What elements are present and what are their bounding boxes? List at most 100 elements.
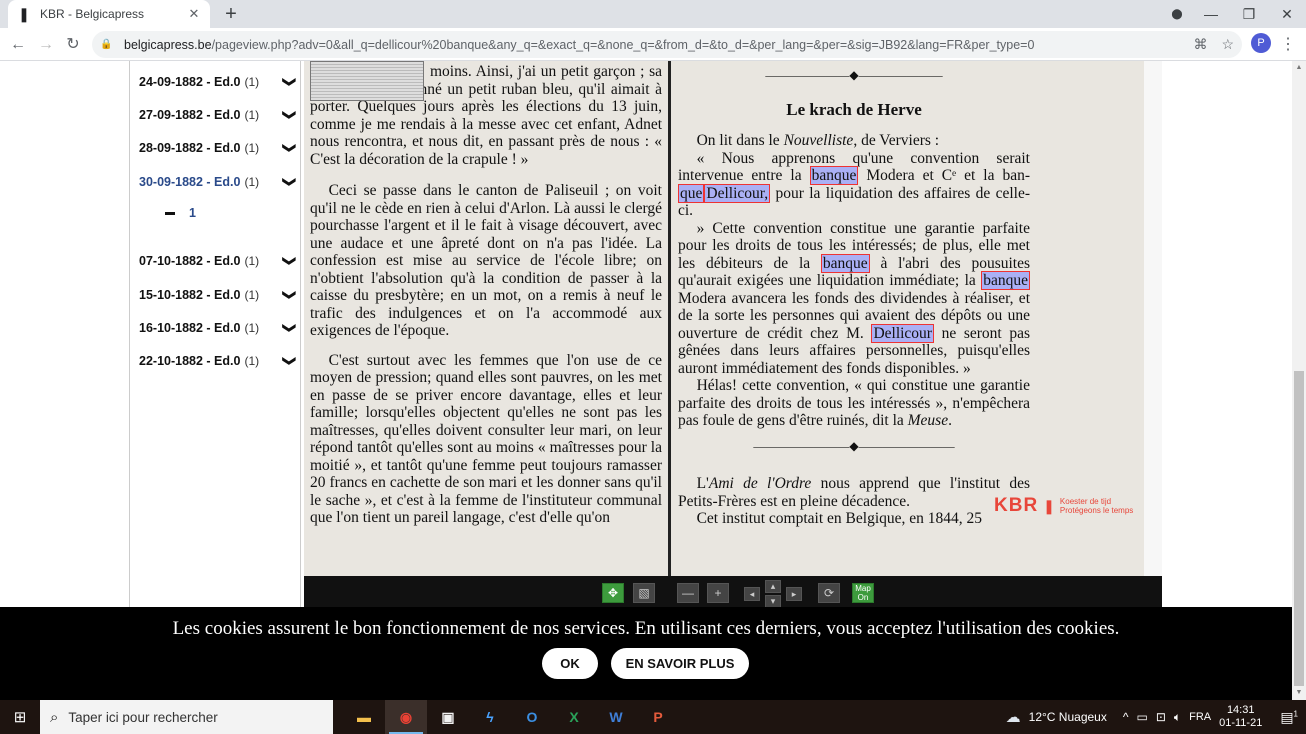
back-icon[interactable]: ← [7, 34, 29, 56]
newspaper-column-right: ———————◆——————— Le krach de Herve On lit… [678, 61, 1030, 576]
windows-start-icon[interactable]: ⊞ [0, 700, 40, 734]
scroll-up-icon[interactable]: ▲ [1292, 61, 1306, 75]
network-icon[interactable]: ⊡ [1156, 710, 1166, 724]
power-automate-icon[interactable]: ϟ [469, 700, 511, 734]
article-text: Ceci se passe dans le canton de Paliseui… [310, 182, 662, 339]
weather-text[interactable]: 12°C Nuageux [1029, 710, 1107, 724]
chevron-down-icon[interactable]: ❯ [282, 290, 298, 301]
store-icon[interactable]: ▣ [427, 700, 469, 734]
restore-icon[interactable]: ❐ [1230, 6, 1268, 23]
notification-icon[interactable]: ▤1 [1280, 709, 1298, 726]
tab-strip: ❚ KBR - Belgicapress ✕ + ⬤ — ❐ ✕ [0, 0, 1306, 28]
tab-belgicapress[interactable]: ❚ KBR - Belgicapress ✕ [8, 0, 210, 28]
page-thumbnail[interactable] [310, 61, 424, 101]
chevron-down-icon[interactable]: ❯ [282, 256, 298, 267]
edition-item-active[interactable]: 30-09-1882 - Ed.0 (1) ❯ [139, 172, 299, 192]
search-hit[interactable]: Dellicour [871, 323, 934, 343]
article-text: » Cette convention constitue une garanti… [678, 219, 1031, 377]
profile-avatar[interactable]: P [1251, 33, 1271, 53]
browser-toolbar: ← → ↻ 🔒 belgicapress.be/pageview.php?adv… [0, 28, 1306, 61]
newspaper-viewer[interactable]: moins. Ainsi, j'ai un petit garçon ; sa … [304, 61, 1162, 576]
clock[interactable]: 14:31 01-11-21 [1219, 704, 1262, 730]
edition-item[interactable]: 22-10-1882 - Ed.0 (1) ❯ [139, 351, 299, 371]
viewer-toolbar: ✥ ▧ — + ◂ ▴ ▾ ▸ ⟳ Map On [304, 576, 1162, 608]
page-content: 24-09-1882 - Ed.0 (1) ❯ 27-09-1882 - Ed.0(… [0, 61, 1292, 700]
chevron-down-icon[interactable]: ❯ [282, 110, 298, 121]
window-controls: ⬤ — ❐ ✕ [1162, 0, 1306, 28]
page-scrollbar[interactable]: ▲ ▼ [1292, 61, 1306, 700]
search-hit[interactable]: banque [981, 271, 1030, 290]
edition-item[interactable]: 15-10-1882 - Ed.0 (1) ❯ [139, 285, 299, 305]
select-tool-icon[interactable]: ▧ [633, 583, 655, 603]
close-tab-icon[interactable]: ✕ [186, 6, 202, 22]
edition-item[interactable]: 27-09-1882 - Ed.0 (1) ❯ [139, 105, 299, 125]
pan-up-icon[interactable]: ▴ [765, 580, 781, 593]
excel-icon[interactable]: X [553, 700, 595, 734]
language-indicator[interactable]: FRA [1189, 711, 1211, 723]
taskbar-search[interactable]: ⌕ Taper ici pour rechercher [40, 700, 333, 734]
zoom-out-icon[interactable]: — [677, 583, 699, 603]
cookie-more-button[interactable]: EN SAVOIR PLUS [611, 648, 749, 679]
kbr-favicon-icon: ❚ [18, 5, 30, 22]
scroll-thumb[interactable] [1294, 371, 1304, 686]
translate-icon[interactable]: ⌘ [1193, 36, 1207, 53]
cookie-banner: Les cookies assurent le bon fonctionneme… [0, 607, 1292, 700]
forward-icon[interactable]: → [35, 34, 57, 56]
chrome-icon[interactable]: ◉ [385, 700, 427, 734]
cookie-ok-button[interactable]: OK [542, 648, 598, 679]
new-tab-icon[interactable]: + [220, 3, 242, 25]
search-hit[interactable]: banque [809, 166, 859, 185]
scroll-down-icon[interactable]: ▼ [1292, 686, 1306, 700]
zoom-in-icon[interactable]: + [707, 583, 729, 603]
url-text[interactable]: belgicapress.be/pageview.php?adv=0&all_q… [124, 38, 1193, 52]
minimize-icon[interactable]: — [1192, 6, 1230, 22]
edition-item[interactable]: 07-10-1882 - Ed.0 (1) ❯ [139, 251, 299, 271]
column-rule [668, 61, 671, 576]
rotate-icon[interactable]: ⟳ [818, 583, 840, 603]
lock-icon[interactable]: 🔒 [100, 39, 114, 50]
search-hit[interactable]: que [678, 183, 705, 203]
chevron-down-icon[interactable]: ❯ [282, 356, 298, 367]
chevron-down-icon[interactable]: ❯ [282, 77, 298, 88]
pan-tool-icon[interactable]: ✥ [602, 583, 624, 603]
article-text: On lit dans le Nouvelliste, de Verviers … [696, 132, 940, 149]
article-text: « Nous apprenons qu'une convention serai… [678, 149, 1031, 219]
article-text: Hélas! cette convention, « qui constitue… [678, 377, 1030, 429]
minus-icon [165, 211, 175, 215]
outlook-icon[interactable]: O [511, 700, 553, 734]
article-text: L'Ami de l'Ordre nous apprend que l'inst… [678, 475, 1030, 510]
address-bar[interactable]: 🔒 belgicapress.be/pageview.php?adv=0&all… [92, 31, 1242, 58]
search-hit[interactable]: banque [820, 253, 870, 273]
article-title: Le krach de Herve [786, 99, 922, 119]
page-link-1[interactable]: 1 [165, 206, 196, 220]
chevron-down-icon[interactable]: ❯ [282, 323, 298, 334]
article-text: C'est surtout avec les femmes que l'on u… [310, 351, 662, 527]
edition-item[interactable]: 28-09-1882 - Ed.0 (1) ❯ [139, 138, 299, 158]
edition-item[interactable]: 24-09-1882 - Ed.0 (1) ❯ [139, 72, 299, 92]
cookie-text: Les cookies assurent le bon fonctionneme… [172, 618, 1120, 639]
map-toggle-button[interactable]: Map On [852, 583, 874, 603]
kbr-logo-icon: ❚ [1043, 497, 1055, 514]
chevron-down-icon[interactable]: ❯ [282, 177, 298, 188]
edition-sidebar: 24-09-1882 - Ed.0 (1) ❯ 27-09-1882 - Ed.0(… [129, 61, 301, 607]
search-hit[interactable]: Dellicour, [704, 183, 771, 203]
article-text: Cet institut comptait en Belgique, en 18… [696, 510, 983, 527]
powerpoint-icon[interactable]: P [637, 700, 679, 734]
edition-item[interactable]: 16-10-1882 - Ed.0 (1) ❯ [139, 318, 299, 338]
separator-ornament: ————————◆———————— [753, 438, 955, 453]
tray-chevron-up-icon[interactable]: ^ [1123, 710, 1129, 724]
file-explorer-icon[interactable]: ▬ [343, 700, 385, 734]
volume-icon[interactable]: 🔈︎ [1174, 710, 1181, 725]
reload-icon[interactable]: ↻ [62, 34, 84, 56]
close-window-icon[interactable]: ✕ [1268, 6, 1306, 23]
chevron-down-icon[interactable]: ❯ [282, 143, 298, 154]
menu-kebab-icon[interactable]: ⋮ [1280, 34, 1296, 54]
pan-right-icon[interactable]: ▸ [786, 587, 802, 601]
tab-search-icon[interactable]: ⬤ [1162, 9, 1192, 20]
tab-title: KBR - Belgicapress [40, 7, 145, 21]
bookmark-star-icon[interactable]: ☆ [1221, 36, 1234, 53]
system-tray: ☁ 12°C Nuageux ^ ▭ ⊡ 🔈︎ FRA 14:31 01-11-2… [1006, 700, 1306, 734]
word-icon[interactable]: W [595, 700, 637, 734]
battery-icon[interactable]: ▭ [1136, 710, 1147, 724]
pan-left-icon[interactable]: ◂ [744, 587, 760, 601]
